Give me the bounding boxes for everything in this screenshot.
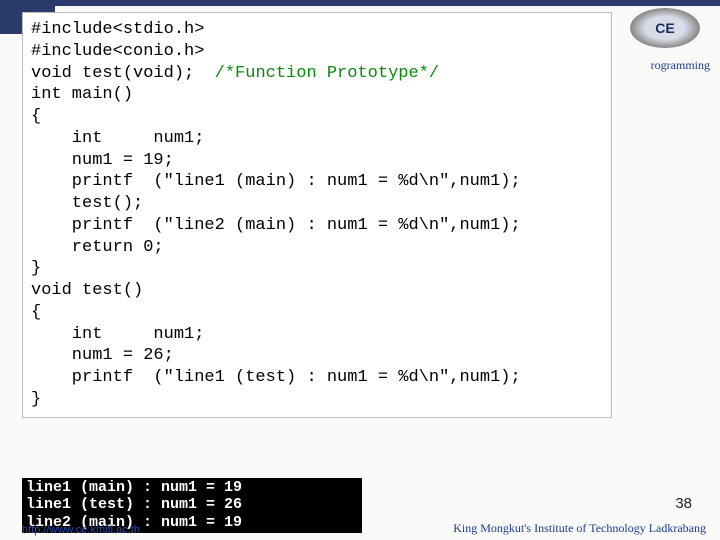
code-line: printf ("line2 (main) : num1 = %d\n",num…: [31, 216, 521, 235]
code-line: }: [31, 259, 41, 278]
code-line: num1 = 19;: [31, 151, 174, 170]
code-line: {: [31, 107, 41, 126]
output-line: line1 (test) : num1 = 26: [26, 496, 242, 513]
code-line: }: [31, 390, 41, 409]
code-line: #include<stdio.h>: [31, 20, 204, 39]
code-line: int main(): [31, 85, 133, 104]
code-line: return 0;: [31, 238, 164, 257]
code-line: void test(void);: [31, 64, 215, 83]
footer-url: http://www.ce.kmitl.ac.th: [22, 524, 140, 536]
code-line: void test(): [31, 281, 143, 300]
code-listing: #include<stdio.h> #include<conio.h> void…: [22, 12, 612, 418]
code-line: #include<conio.h>: [31, 42, 204, 61]
footer-institution: King Mongkut's Institute of Technology L…: [453, 521, 706, 536]
header-partial-text: rogramming: [651, 58, 710, 73]
code-line: printf ("line1 (test) : num1 = %d\n",num…: [31, 368, 521, 387]
output-line: line1 (main) : num1 = 19: [26, 479, 242, 496]
code-line: {: [31, 303, 41, 322]
code-comment: /*Function Prototype*/: [215, 64, 439, 83]
code-line: int num1;: [31, 129, 204, 148]
page-number: 38: [675, 495, 692, 512]
code-line: int num1;: [31, 325, 204, 344]
top-bar: [0, 0, 720, 6]
code-line: printf ("line1 (main) : num1 = %d\n",num…: [31, 172, 521, 191]
code-line: test();: [31, 194, 143, 213]
ce-logo: [630, 8, 700, 48]
code-line: num1 = 26;: [31, 346, 174, 365]
